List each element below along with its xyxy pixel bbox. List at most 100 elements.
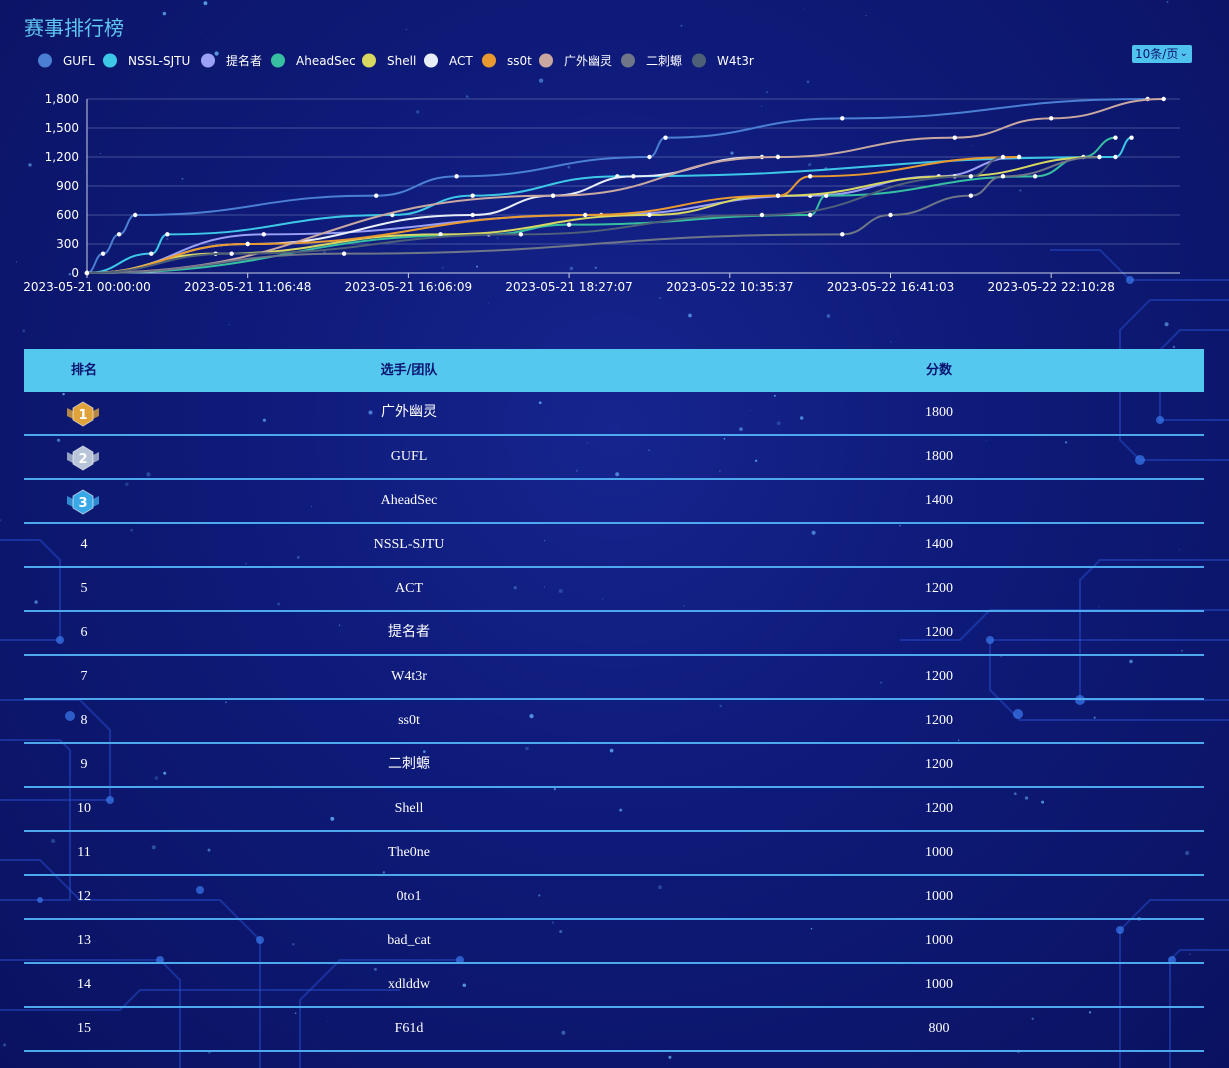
legend-swatch [201, 53, 215, 68]
score-cell: 1800 [925, 449, 953, 464]
table-row: 10 Shell 1200 [24, 788, 1204, 832]
table-header: 排名 选手/团队 分数 [24, 349, 1204, 392]
y-tick-label: 300 [56, 237, 79, 251]
medal-rank: 2 [78, 452, 87, 467]
rank-cell: 5 [80, 581, 88, 596]
legend-label: 二刺螈 [646, 53, 682, 68]
data-point [149, 251, 154, 256]
score-cell: 1400 [925, 493, 953, 508]
legend-label: AheadSec [296, 54, 356, 68]
team-cell: ss0t [398, 713, 420, 728]
team-cell: GUFL [390, 449, 428, 464]
data-point [341, 251, 347, 256]
table-row: 2 GUFL 1800 [24, 436, 1204, 480]
data-point [952, 135, 957, 140]
data-point [116, 232, 122, 237]
data-point [133, 212, 138, 218]
data-point [807, 174, 813, 179]
x-tick-label: 2023-05-22 10:35:37 [666, 280, 793, 294]
rank-cell: 13 [77, 933, 91, 948]
rank-cell: 12 [77, 889, 91, 904]
table-row: 1 广外幽灵 1800 [24, 392, 1204, 436]
data-point [631, 174, 636, 179]
x-tick-label: 2023-05-22 16:41:03 [827, 280, 954, 294]
legend-item[interactable]: W4t3r [692, 53, 754, 69]
legend-label: Shell [387, 54, 416, 68]
legend-item[interactable]: ss0t [482, 53, 532, 69]
header-score: 分数 [925, 363, 953, 378]
table-row: 12 0to1 1000 [24, 876, 1204, 920]
legend-item[interactable]: 二刺螈 [621, 53, 682, 68]
legend-item[interactable]: NSSL-SJTU [103, 53, 190, 69]
rank-cell: 8 [80, 713, 88, 728]
rank-cell: 10 [77, 801, 91, 816]
score-cell: 1200 [925, 757, 953, 772]
score-cell: 1200 [925, 713, 953, 728]
y-tick-label: 0 [71, 266, 79, 280]
score-cell: 1000 [925, 889, 953, 904]
data-point [261, 232, 266, 237]
legend-item[interactable]: ACT [424, 53, 473, 69]
data-point [229, 251, 234, 256]
legend-item[interactable]: GUFL [38, 53, 95, 69]
data-point [518, 232, 524, 237]
team-cell: 0to1 [396, 889, 422, 904]
data-point [165, 232, 170, 237]
legend-label: NSSL-SJTU [128, 54, 190, 68]
score-line-chart: GUFL NSSL-SJTU 提名者 AheadSec Shell ACT ss0t 广外幽灵… [23, 53, 1180, 294]
data-point [775, 154, 781, 160]
data-point [647, 154, 652, 160]
score-cell: 1000 [925, 845, 953, 860]
data-point [470, 193, 475, 198]
data-point [1000, 154, 1006, 160]
data-point [1113, 154, 1118, 160]
medal-icon: 1 [67, 401, 99, 427]
table-row: 11 The0ne 1000 [24, 832, 1204, 876]
x-tick-label: 2023-05-21 18:27:07 [505, 280, 632, 294]
y-tick-label: 1,200 [45, 150, 79, 164]
medal-rank: 3 [78, 496, 87, 511]
table-row: 14 xdlddw 1000 [24, 964, 1204, 1008]
x-tick-label: 2023-05-22 22:10:28 [987, 280, 1114, 294]
legend-item[interactable]: 提名者 [201, 53, 262, 68]
score-cell: 1200 [925, 801, 953, 816]
team-cell: AheadSec [380, 493, 438, 508]
data-point [582, 212, 588, 218]
team-cell: F61d [394, 1021, 424, 1036]
table-row: 9 二刺螈 1200 [24, 744, 1204, 788]
legend-item[interactable]: AheadSec [271, 53, 356, 69]
table-row: 7 W4t3r 1200 [24, 656, 1204, 700]
data-point [840, 116, 845, 121]
legend-swatch [362, 53, 376, 68]
rank-cell: 9 [80, 757, 88, 772]
team-cell: NSSL-SJTU [373, 537, 445, 552]
legend-swatch [424, 53, 438, 68]
legend-swatch [271, 53, 285, 68]
legend-item[interactable]: 广外幽灵 [539, 53, 612, 69]
medal-rank: 1 [78, 408, 87, 423]
legend-swatch [103, 53, 117, 68]
table-row: 15 F61d 800 [24, 1008, 1204, 1052]
data-point [1016, 154, 1022, 160]
x-tick-label: 2023-05-21 16:06:09 [345, 280, 472, 294]
data-point [968, 193, 974, 198]
rank-cell: 11 [77, 845, 91, 860]
legend-item[interactable]: Shell [362, 53, 416, 69]
header-team: 选手/团队 [380, 363, 438, 378]
data-point [807, 212, 813, 218]
team-cell: 二刺螈 [388, 757, 430, 772]
data-point [840, 232, 845, 237]
legend-swatch [621, 53, 635, 68]
legend-swatch [692, 53, 706, 68]
table-row: 4 NSSL-SJTU 1400 [24, 524, 1204, 568]
legend-label: W4t3r [717, 54, 754, 68]
legend-label: ss0t [507, 54, 532, 68]
x-tick-label: 2023-05-21 00:00:00 [23, 280, 150, 294]
y-tick-label: 600 [56, 208, 79, 222]
header-rank: 排名 [70, 363, 98, 378]
team-cell: ACT [395, 581, 423, 596]
team-cell: bad_cat [387, 933, 431, 948]
table-row: 13 bad_cat 1000 [24, 920, 1204, 964]
score-cell: 1000 [925, 933, 953, 948]
team-cell: The0ne [388, 845, 430, 860]
